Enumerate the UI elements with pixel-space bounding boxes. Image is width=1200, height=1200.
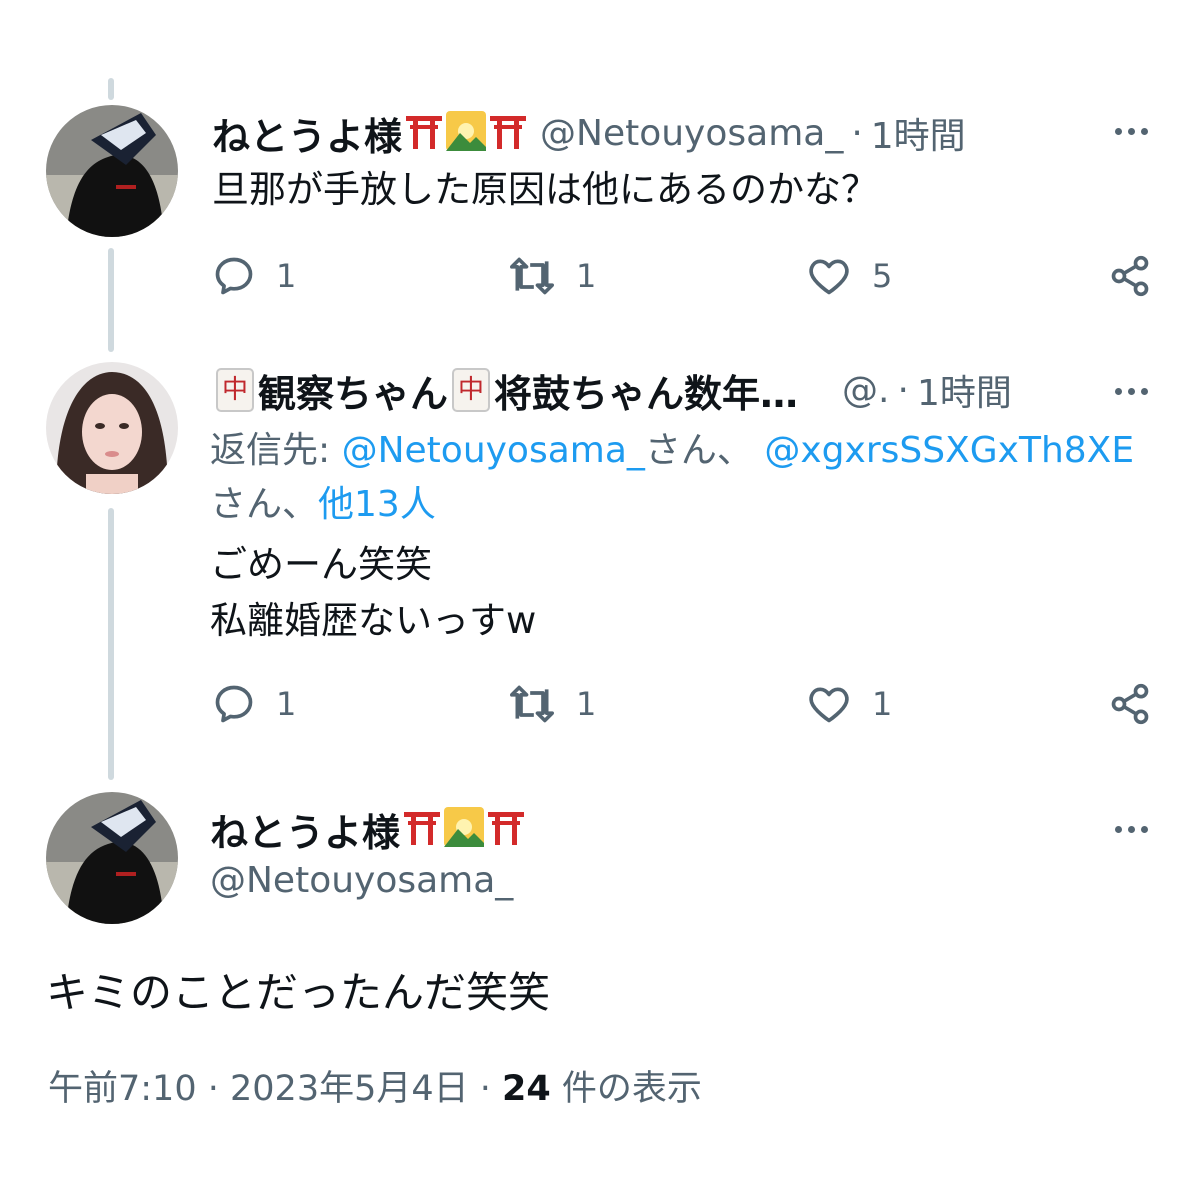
main-tweet-handle[interactable]: @Netouyosama_ xyxy=(210,860,513,901)
tweet2-display-name-part1[interactable]: 観察ちゃん xyxy=(258,363,448,418)
main-tweet-text: キミのことだったんだ笑笑 xyxy=(46,968,551,1017)
thread-line-1 xyxy=(108,248,114,352)
main-tweet-name-row: ねとうよ様 xyxy=(210,802,526,856)
torii-icon xyxy=(404,111,444,155)
sunrise-over-mountains-icon xyxy=(444,807,485,851)
main-tweet-date[interactable]: 2023年5月4日 xyxy=(230,1069,469,1109)
like-button[interactable]: 1 xyxy=(806,682,892,726)
view-label: 件の表示 xyxy=(561,1069,702,1109)
reply-to-san: さん、 xyxy=(210,484,319,525)
reply-button[interactable]: 1 xyxy=(212,682,296,726)
torii-icon xyxy=(488,111,528,155)
reply-to-others-link[interactable]: 他13人 xyxy=(318,484,436,525)
reply-icon xyxy=(215,685,253,723)
share-icon xyxy=(1111,683,1149,725)
avatar-netouyosama-main[interactable] xyxy=(46,792,178,924)
retweet-icon xyxy=(510,685,555,723)
reply-to-user1-link[interactable]: @Netouyosama_ xyxy=(342,430,645,471)
tweet1-more-icon[interactable] xyxy=(1115,128,1148,135)
main-tweet-time[interactable]: 午前7:10 xyxy=(48,1069,197,1109)
reply-count: 1 xyxy=(276,685,297,723)
share-icon xyxy=(1111,255,1149,297)
main-tweet-meta: 午前7:10 · 2023年5月4日 · 24 件の表示 xyxy=(48,1060,702,1111)
reply-to-label: 返信先: xyxy=(210,430,331,471)
like-icon xyxy=(809,259,849,295)
tweet2-text-line1: ごめーん笑笑 xyxy=(210,543,432,586)
thread-line-2 xyxy=(108,508,114,780)
tweet1-time[interactable]: 1時間 xyxy=(871,107,966,159)
retweet-count: 1 xyxy=(576,257,597,295)
reply-count: 1 xyxy=(276,257,297,295)
main-tweet-display-name[interactable]: ねとうよ様 xyxy=(210,802,400,857)
tweet1-handle[interactable]: @Netouyosama_ xyxy=(540,113,843,154)
retweet-button[interactable]: 1 xyxy=(508,254,596,298)
avatar-netouyosama[interactable] xyxy=(46,105,178,237)
tweet2-display-name-part2[interactable]: 将鼓ちゃん数年… xyxy=(494,363,798,418)
retweet-icon xyxy=(510,257,555,295)
tweet2-actions: 1 1 1 xyxy=(212,682,1152,732)
like-count: 1 xyxy=(872,685,893,723)
reply-to-line1: 返信先: @Netouyosama_さん、 @xgxrsSSXGxTh8XE xyxy=(210,424,1134,478)
tweet2-more-icon[interactable] xyxy=(1115,388,1148,395)
separator-dot: · xyxy=(897,369,909,411)
avatar-kansatsu-chan[interactable] xyxy=(46,362,178,494)
like-button[interactable]: 5 xyxy=(806,254,892,298)
like-count: 5 xyxy=(872,257,893,295)
reply-button[interactable]: 1 xyxy=(212,254,296,298)
view-count: 24 xyxy=(502,1069,551,1109)
thread-line-top xyxy=(108,78,114,100)
share-button[interactable] xyxy=(1108,254,1152,298)
separator-dot: · xyxy=(851,112,863,154)
mahjong-tile-icon: 中 xyxy=(452,368,491,412)
tweet2-header: 中 観察ちゃん 中 将鼓ちゃん数年… @. · 1時間 xyxy=(212,363,1012,417)
main-tweet-more-icon[interactable] xyxy=(1115,826,1148,833)
share-button[interactable] xyxy=(1108,682,1152,726)
reply-to-line2: さん、他13人 xyxy=(210,478,436,532)
tweet2-handle[interactable]: @. xyxy=(842,370,889,411)
like-icon xyxy=(809,687,849,723)
reply-icon xyxy=(215,257,253,295)
tweet1-actions: 1 1 5 xyxy=(212,254,1152,304)
tweet2-time[interactable]: 1時間 xyxy=(917,364,1012,416)
separator-dot: · xyxy=(479,1069,503,1109)
sunrise-over-mountains-icon xyxy=(446,111,487,155)
tweet1-text: 旦那が手放した原因は他にあるのかな？ xyxy=(212,168,878,211)
tweet1-display-name[interactable]: ねとうよ様 xyxy=(212,106,402,161)
reply-to-user2-link[interactable]: @xgxrsSSXGxTh8XE xyxy=(764,430,1134,471)
tweet2-text-line2: 私離婚歴ないっすw xyxy=(210,599,537,642)
reply-to-san: さん、 xyxy=(644,430,753,471)
retweet-count: 1 xyxy=(576,685,597,723)
tweet1-header: ねとうよ様 @Netouyosama_ · 1時間 xyxy=(212,106,966,160)
mahjong-tile-icon: 中 xyxy=(216,368,254,412)
separator-dot: · xyxy=(207,1069,231,1109)
torii-icon xyxy=(402,807,442,851)
retweet-button[interactable]: 1 xyxy=(508,682,596,726)
torii-icon xyxy=(486,807,526,851)
